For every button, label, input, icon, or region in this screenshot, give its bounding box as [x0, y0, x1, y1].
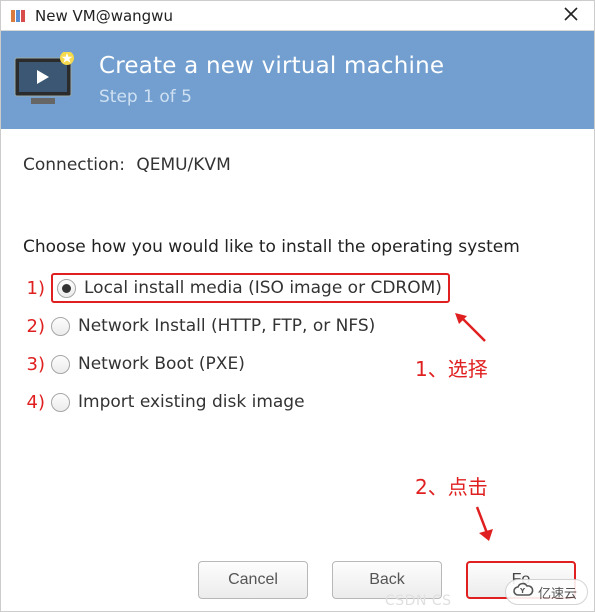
watermark-text: 亿速云 [538, 583, 577, 602]
option-row-import-disk: 4) Import existing disk image [23, 389, 572, 415]
faint-watermark: CSDN CS [385, 593, 452, 609]
dialog-window: New VM@wangwu Create a new virtual machi… [0, 0, 595, 612]
close-icon[interactable] [558, 3, 584, 28]
option-highlight: Local install media (ISO image or CDROM) [51, 273, 450, 303]
cancel-button[interactable]: Cancel [198, 561, 308, 599]
annotation-number: 2) [23, 316, 45, 337]
option-label: Import existing disk image [78, 392, 305, 412]
radio-network-boot[interactable] [51, 355, 70, 374]
radio-local-media[interactable] [57, 279, 76, 298]
wizard-banner: Create a new virtual machine Step 1 of 5 [1, 31, 594, 129]
annotation-number: 4) [23, 392, 45, 413]
install-prompt: Choose how you would like to install the… [23, 237, 572, 257]
wizard-step: Step 1 of 5 [99, 87, 444, 107]
connection-row: Connection: QEMU/KVM [23, 155, 572, 175]
titlebar: New VM@wangwu [1, 1, 594, 31]
banner-text: Create a new virtual machine Step 1 of 5 [99, 53, 444, 107]
annotation-click: 2、点击 [415, 471, 488, 500]
option-label: Network Install (HTTP, FTP, or NFS) [78, 316, 375, 336]
svg-text:Y: Y [519, 587, 526, 595]
option-row-local-media: 1) Local install media (ISO image or CDR… [23, 275, 572, 301]
option-label: Local install media (ISO image or CDROM) [84, 278, 442, 298]
radio-network-install[interactable] [51, 317, 70, 336]
option-label: Network Boot (PXE) [78, 354, 245, 374]
radio-import-disk[interactable] [51, 393, 70, 412]
annotation-select: 1、选择 [415, 353, 488, 382]
app-icon [11, 9, 29, 23]
annotation-arrow-icon [455, 313, 491, 347]
annotation-number: 3) [23, 354, 45, 375]
cloud-icon: Y [512, 582, 534, 602]
window-title: New VM@wangwu [35, 7, 558, 25]
connection-value: QEMU/KVM [136, 155, 230, 175]
annotation-arrow-icon [467, 505, 497, 545]
annotation-number: 1) [23, 278, 45, 299]
wizard-heading: Create a new virtual machine [99, 53, 444, 79]
wizard-content: Connection: QEMU/KVM Choose how you woul… [1, 129, 594, 611]
watermark-badge: Y 亿速云 [505, 579, 588, 605]
vm-monitor-icon [13, 52, 77, 108]
connection-label: Connection: [23, 155, 125, 175]
option-row-network-boot: 3) Network Boot (PXE) [23, 351, 572, 377]
